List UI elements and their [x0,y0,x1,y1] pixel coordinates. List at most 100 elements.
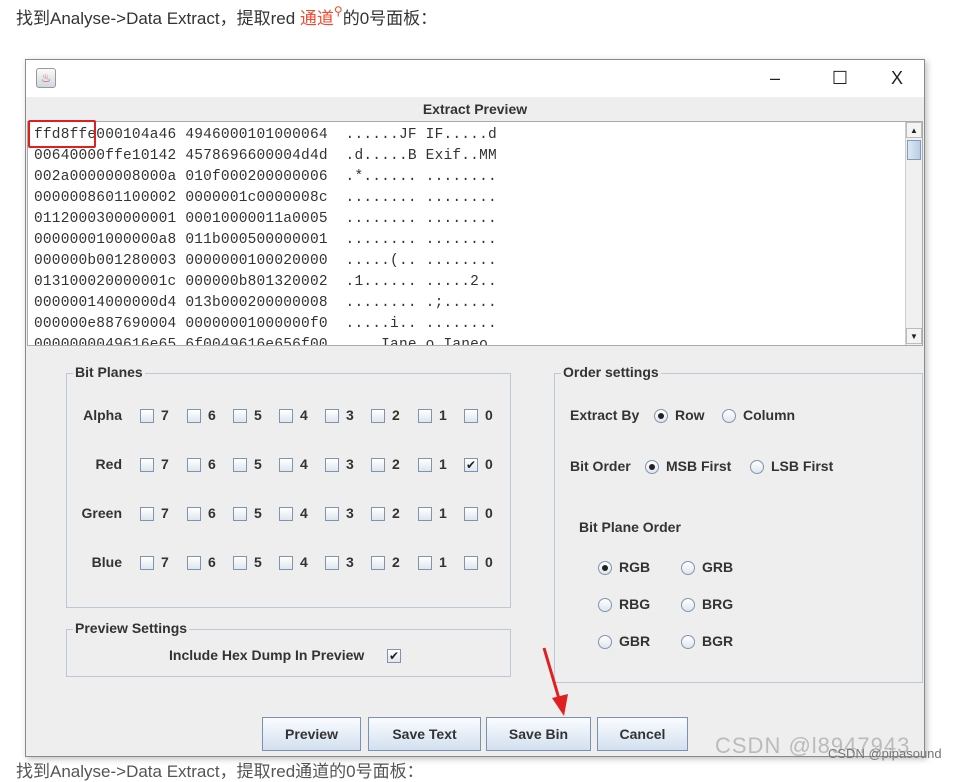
green-bit-2-checkbox[interactable] [371,507,385,521]
alpha-bit-0-checkbox[interactable] [464,409,478,423]
blue-bit-7-checkbox[interactable] [140,556,154,570]
red-bit-0-checkbox[interactable]: ✔ [464,458,478,472]
alpha-bit-7-checkbox[interactable] [140,409,154,423]
java-icon: ♨ [36,68,56,88]
preview-settings-group: Preview Settings Include Hex Dump In Pre… [66,620,511,677]
alpha-bit-1-checkbox[interactable] [418,409,432,423]
msb-first-radio[interactable] [645,460,659,474]
red-bit-2-checkbox[interactable] [371,458,385,472]
blue-bit-5-checkbox[interactable] [233,556,247,570]
preview-settings-title: Preview Settings [73,620,190,636]
bit-label: 6 [208,554,216,570]
highlight-box [28,120,96,148]
article-instruction: 找到Analyse->Data Extract，提取red 通道⚲的0号面板： [16,4,437,29]
blue-bit-4-checkbox[interactable] [279,556,293,570]
plane-order-grb-radio[interactable] [681,561,695,575]
close-button[interactable]: X [882,66,912,90]
alpha-bit-3-checkbox[interactable] [325,409,339,423]
channel-label-blue: Blue [91,554,122,570]
red-bit-1-checkbox[interactable] [418,458,432,472]
red-bit-6-checkbox[interactable] [187,458,201,472]
extract-by-row-radio[interactable] [654,409,668,423]
bit-label: 2 [392,554,400,570]
msb-first-label: MSB First [666,458,732,474]
plane-order-gbr-radio[interactable] [598,635,612,649]
extract-by-column-radio[interactable] [722,409,736,423]
green-bit-7-checkbox[interactable] [140,507,154,521]
channel-link[interactable]: 通道 [300,9,334,28]
green-bit-6-checkbox[interactable] [187,507,201,521]
plane-order-bgr-radio[interactable] [681,635,695,649]
bit-label: 3 [346,407,354,423]
save-text-button[interactable]: Save Text [368,717,481,751]
bit-label: 1 [439,456,447,472]
lsb-first-radio[interactable] [750,460,764,474]
green-bit-4-checkbox[interactable] [279,507,293,521]
green-bit-1-checkbox[interactable] [418,507,432,521]
scrollbar-thumb[interactable] [907,140,921,160]
plane-order-label: RGB [619,559,651,575]
scroll-down-arrow-icon[interactable]: ▼ [906,328,922,344]
preview-line: 0000008601100002 0000001c0000008c ......… [34,190,497,206]
blue-bit-1-checkbox[interactable] [418,556,432,570]
preview-line: 0112000300000001 00010000011a0005 ......… [34,211,497,227]
bit-label: 7 [161,554,169,570]
bit-label: 3 [346,554,354,570]
hex-dump-checkbox[interactable]: ✔ [387,649,401,663]
preview-line: 0000000049616e65 6f0049616e656f00 ....Ia… [34,337,497,346]
preview-line: 00640000ffe10142 4578696600004d4d .d....… [34,148,497,164]
blue-bit-6-checkbox[interactable] [187,556,201,570]
green-bit-3-checkbox[interactable] [325,507,339,521]
plane-order-label: GBR [619,633,651,649]
alpha-bit-5-checkbox[interactable] [233,409,247,423]
article-instruction-repeat: 找到Analyse->Data Extract，提取red通道的0号面板： [16,762,424,781]
red-bit-4-checkbox[interactable] [279,458,293,472]
cancel-button[interactable]: Cancel [597,717,688,751]
red-bit-5-checkbox[interactable] [233,458,247,472]
channel-label-alpha: Alpha [83,407,122,423]
hex-dump-label: Include Hex Dump In Preview [169,647,365,663]
bit-planes-title: Bit Planes [73,364,145,380]
extract-dialog: ♨ – ☐ X Extract Preview ▲ ▼ ffd8ffe00010… [25,59,925,757]
bit-label: 7 [161,456,169,472]
plane-order-rgb-radio[interactable] [598,561,612,575]
bit-label: 1 [439,407,447,423]
preview-line: 00000014000000d4 013b000200000008 ......… [34,295,497,311]
bit-plane-order-label: Bit Plane Order [579,519,681,535]
alpha-bit-4-checkbox[interactable] [279,409,293,423]
bit-label: 6 [208,456,216,472]
minimize-button[interactable]: – [760,66,790,90]
blue-bit-0-checkbox[interactable] [464,556,478,570]
extract-by-label: Extract By [570,407,640,423]
blue-bit-3-checkbox[interactable] [325,556,339,570]
red-bit-3-checkbox[interactable] [325,458,339,472]
bit-label: 4 [300,505,308,521]
bit-label: 6 [208,407,216,423]
scroll-up-arrow-icon[interactable]: ▲ [906,122,922,138]
preview-line: 002a00000008000a 010f000200000006 .*....… [34,169,497,185]
bit-label: 1 [439,505,447,521]
instruction-text-end: 的0号面板： [342,9,438,28]
plane-order-label: RBG [619,596,651,612]
preview-text-area[interactable]: ▲ ▼ ffd8ffe000104a46 4946000101000064 ..… [27,121,923,346]
plane-order-label: BGR [702,633,734,649]
plane-order-brg-radio[interactable] [681,598,695,612]
preview-line: 00000001000000a8 011b000500000001 ......… [34,232,497,248]
red-bit-7-checkbox[interactable] [140,458,154,472]
maximize-button[interactable]: ☐ [825,66,855,90]
alpha-bit-2-checkbox[interactable] [371,409,385,423]
plane-order-rbg-radio[interactable] [598,598,612,612]
bit-label: 0 [485,456,493,472]
channel-label-green: Green [81,505,122,521]
bit-order-label: Bit Order [570,458,631,474]
green-bit-5-checkbox[interactable] [233,507,247,521]
green-bit-0-checkbox[interactable] [464,507,478,521]
save-bin-button[interactable]: Save Bin [486,717,591,751]
plane-order-label: GRB [702,559,734,575]
alpha-bit-6-checkbox[interactable] [187,409,201,423]
bit-label: 0 [485,505,493,521]
preview-button[interactable]: Preview [262,717,361,751]
vertical-scrollbar[interactable]: ▲ ▼ [905,122,922,345]
bit-label: 5 [254,505,262,521]
blue-bit-2-checkbox[interactable] [371,556,385,570]
